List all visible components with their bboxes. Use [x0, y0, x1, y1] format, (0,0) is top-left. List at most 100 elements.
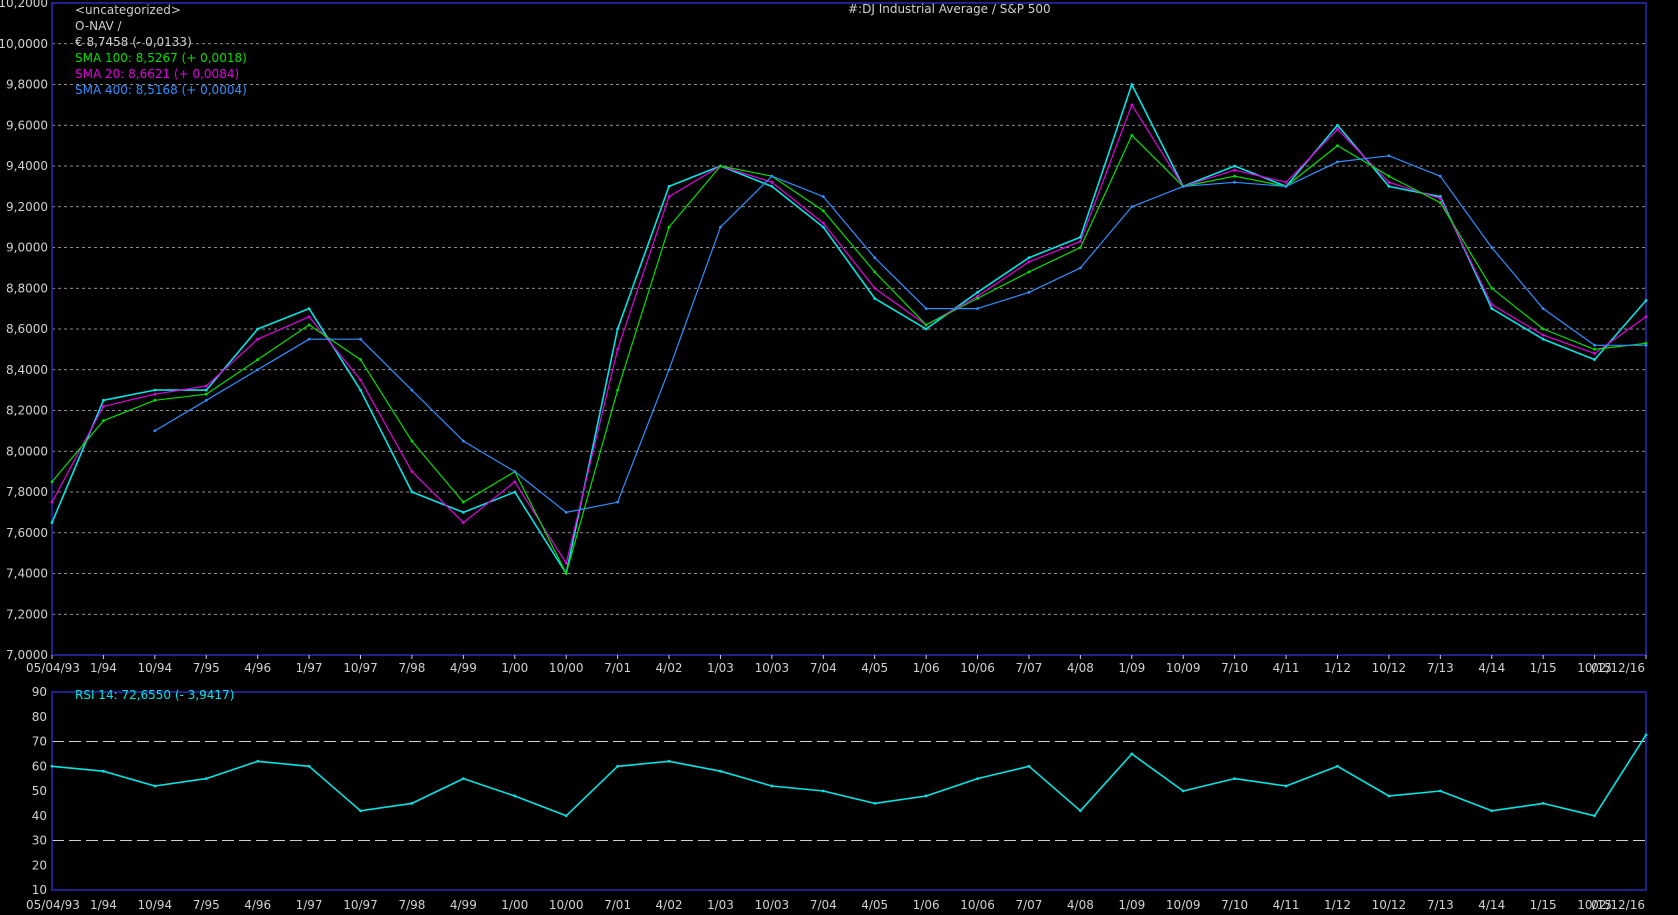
- data-point: [1438, 197, 1442, 201]
- data-point: [1593, 352, 1596, 355]
- data-point: [256, 327, 260, 331]
- data-point: [976, 307, 979, 311]
- data-point: [359, 378, 362, 382]
- x-tick-label: 7/07: [1015, 661, 1042, 675]
- data-point: [667, 184, 671, 188]
- data-point: [204, 398, 208, 402]
- series-line: [154, 155, 1646, 513]
- data-point: [153, 388, 157, 392]
- rsi-x-tick-label: 1/03: [707, 898, 734, 912]
- x-tick-label: 10/03: [755, 661, 790, 675]
- rsi-y-tick-label: 20: [32, 858, 47, 872]
- data-point: [204, 384, 208, 388]
- data-point: [1284, 184, 1288, 188]
- data-point: [513, 480, 517, 484]
- data-point: [1490, 246, 1494, 249]
- data-point: [1078, 266, 1082, 270]
- data-point: [564, 561, 568, 565]
- rsi-x-tick-label: 05/04/93: [26, 898, 80, 912]
- data-point: [821, 195, 825, 198]
- data-point: [1078, 239, 1082, 243]
- x-tick-label: 10/06: [960, 661, 995, 675]
- x-tick-label: 4/05: [861, 661, 888, 675]
- data-point: [667, 368, 671, 372]
- x-tick-label: 7/10: [1221, 661, 1248, 675]
- x-tick-label: 4/11: [1273, 661, 1300, 675]
- rsi-point: [873, 801, 877, 805]
- data-point: [1387, 180, 1391, 184]
- rsi-point: [410, 801, 414, 805]
- x-tick-label: 1/12: [1324, 661, 1351, 675]
- data-point: [1541, 307, 1545, 311]
- rsi-point: [1078, 809, 1082, 813]
- data-point: [667, 225, 671, 229]
- x-tick-label: 4/02: [656, 661, 683, 675]
- data-point: [1130, 134, 1134, 137]
- data-point: [410, 490, 414, 494]
- x-tick-label: 4/96: [244, 661, 271, 675]
- data-point: [513, 490, 517, 494]
- rsi-layer: [50, 733, 1648, 818]
- rsi-y-tick-label: 50: [32, 784, 47, 798]
- data-point: [719, 164, 722, 168]
- rsi-point: [1233, 777, 1237, 781]
- rsi-x-tick-label: 7/95: [193, 898, 220, 912]
- rsi-point: [1593, 814, 1596, 818]
- rsi-x-tick-label: 7/10: [1221, 898, 1248, 912]
- y-tick-label: 7,0000: [6, 648, 48, 662]
- data-point: [153, 429, 157, 433]
- axes: 10,2000 10,0000 9,8000 9,6000 9,4000 9,2000 9,…: [0, 0, 1647, 912]
- x-tick-label: 10/00: [549, 661, 584, 675]
- rsi-point: [359, 809, 362, 813]
- x-tick-label: 7/04: [810, 661, 837, 675]
- data-point: [1336, 144, 1339, 148]
- data-point: [1027, 260, 1031, 264]
- data-point: [1593, 358, 1596, 361]
- x-tick-label: 4/99: [450, 661, 477, 675]
- rsi-point: [1284, 784, 1288, 788]
- rsi-y-tick-label: 30: [32, 834, 47, 848]
- data-point: [410, 388, 414, 392]
- rsi-point: [1644, 733, 1648, 737]
- rsi-y-tick-label: 40: [32, 809, 47, 823]
- rsi-x-tick-label: 10/94: [138, 898, 173, 912]
- x-tick-label: 10/94: [138, 661, 173, 675]
- data-point: [770, 184, 774, 188]
- rsi-point: [1130, 752, 1134, 756]
- rsi-x-tick-label: 4/02: [656, 898, 683, 912]
- data-point: [1181, 184, 1185, 188]
- x-tick-label: 10/12: [1372, 661, 1407, 675]
- data-point: [307, 307, 311, 311]
- data-point: [719, 225, 722, 229]
- rsi-point: [616, 764, 620, 768]
- data-point: [667, 195, 671, 198]
- x-tick-label: 1/03: [707, 661, 734, 675]
- data-point: [873, 286, 877, 290]
- data-point: [1644, 315, 1648, 319]
- data-point: [976, 290, 979, 294]
- rsi-x-tick-label: 7/98: [398, 898, 425, 912]
- x-tick-label: 1/94: [90, 661, 117, 675]
- data-point: [1130, 83, 1134, 86]
- rsi-x-tick-label: 7/01: [604, 898, 631, 912]
- data-point: [821, 225, 825, 229]
- y-tick-label: 8,0000: [6, 444, 48, 458]
- rsi-point: [256, 759, 260, 763]
- x-tick-label: 7/13: [1427, 661, 1454, 675]
- data-point: [1027, 270, 1031, 274]
- series-layer: [50, 83, 1648, 575]
- data-point: [256, 368, 260, 372]
- data-point: [821, 209, 825, 213]
- x-tick-label: 02/12/16: [1591, 661, 1645, 675]
- x-tick-label: 05/04/93: [26, 661, 80, 675]
- rsi-x-tick-label: 10/97: [343, 898, 378, 912]
- rsi-x-tick-label: 7/07: [1015, 898, 1042, 912]
- data-point: [513, 470, 517, 474]
- rsi-x-tick-label: 02/12/16: [1591, 898, 1645, 912]
- rsi-x-tick-label: 4/11: [1273, 898, 1300, 912]
- rsi-point: [1336, 764, 1339, 768]
- rsi-point: [50, 764, 54, 768]
- rsi-x-tick-label: 10/09: [1166, 898, 1201, 912]
- rsi-point: [1387, 794, 1391, 798]
- y-tick-label: 8,8000: [6, 281, 48, 295]
